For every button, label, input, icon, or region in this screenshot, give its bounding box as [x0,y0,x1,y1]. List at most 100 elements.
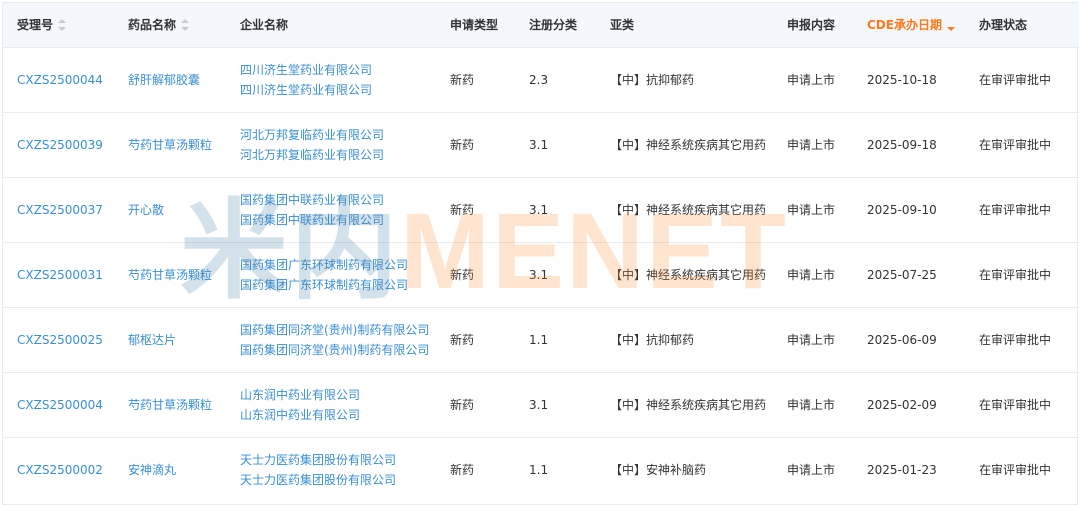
drug-name-link-text[interactable]: 芍药甘草汤颗粒 [128,398,212,412]
registration-class: 1.1 [515,307,596,372]
registration-class: 3.1 [515,177,596,242]
acceptance-no-link[interactable]: CXZS2500037 [3,177,114,242]
drug-name-link[interactable]: 芍药甘草汤颗粒 [114,112,226,177]
company-link[interactable]: 河北万邦复临药业有限公司 [240,125,436,145]
drug-name-link[interactable]: 安神滴丸 [114,437,226,502]
application-content-text: 申请上市 [787,73,836,87]
acceptance-no-link[interactable]: CXZS2500004 [3,372,114,437]
status: 在审评审批中 [965,307,1079,372]
column-header-registration-class: 注册分类 [515,3,596,47]
status-text: 在审评审批中 [979,268,1052,282]
drug-name-link-text[interactable]: 芍药甘草汤颗粒 [128,138,212,152]
subclass: 【中】抗抑郁药 [596,47,773,112]
application-type-text: 新药 [450,398,475,412]
column-header-acceptance-no[interactable]: 受理号 [3,3,114,47]
acceptance-no-link-text[interactable]: CXZS2500037 [17,203,103,217]
acceptance-no-link-text[interactable]: CXZS2500039 [17,138,103,152]
drug-name-link[interactable]: 芍药甘草汤颗粒 [114,242,226,307]
subclass-text: 【中】神经系统疾病其它用药 [610,268,767,282]
drug-registration-table: 受理号 药品名称 企业名称 申请类型 注册分类 亚类 申报内容 CDE承办日期 办理状态 CXZ… [3,3,1079,502]
company-link[interactable]: 天士力医药集团股份有限公司 [240,470,436,490]
cde-date: 2025-09-10 [853,177,965,242]
subclass-text: 【中】神经系统疾病其它用药 [610,203,767,217]
company-cell: 四川济生堂药业有限公司 四川济生堂药业有限公司 [226,47,436,112]
company-link[interactable]: 国药集团广东环球制药有限公司 [240,275,436,295]
acceptance-no-link-text[interactable]: CXZS2500002 [17,463,103,477]
drug-name-link-text[interactable]: 郁枢达片 [128,333,176,347]
drug-name-link-text[interactable]: 芍药甘草汤颗粒 [128,268,212,282]
drug-name-link[interactable]: 舒肝解郁胶囊 [114,47,226,112]
cde-date-text: 2025-06-09 [867,332,937,347]
status-text: 在审评审批中 [979,398,1052,412]
company-cell: 山东润中药业有限公司 山东润中药业有限公司 [226,372,436,437]
acceptance-no-link[interactable]: CXZS2500044 [3,47,114,112]
subclass: 【中】神经系统疾病其它用药 [596,242,773,307]
cde-date-text: 2025-01-23 [867,462,937,477]
drug-name-link-text[interactable]: 舒肝解郁胶囊 [128,73,200,87]
drug-name-link[interactable]: 芍药甘草汤颗粒 [114,372,226,437]
sort-desc-icon[interactable] [946,19,955,32]
registration-class-text: 3.1 [529,267,549,282]
application-type-text: 新药 [450,268,475,282]
column-header-drug-name[interactable]: 药品名称 [114,3,226,47]
column-header-label: 办理状态 [979,18,1028,33]
company-link[interactable]: 国药集团中联药业有限公司 [240,190,436,210]
acceptance-no-link-text[interactable]: CXZS2500031 [17,268,103,282]
acceptance-no-link[interactable]: CXZS2500031 [3,242,114,307]
company-link[interactable]: 国药集团同济堂(贵州)制药有限公司 [240,340,436,360]
company-link[interactable]: 山东润中药业有限公司 [240,405,436,425]
subclass-text: 【中】神经系统疾病其它用药 [610,398,767,412]
registration-class: 2.3 [515,47,596,112]
acceptance-no-link[interactable]: CXZS2500002 [3,437,114,502]
cde-date-text: 2025-10-18 [867,72,937,87]
company-link[interactable]: 国药集团同济堂(贵州)制药有限公司 [240,320,436,340]
company-link[interactable]: 四川济生堂药业有限公司 [240,80,436,100]
acceptance-no-link-text[interactable]: CXZS2500025 [17,333,103,347]
drug-name-link-text[interactable]: 安神滴丸 [128,463,176,477]
column-header-label: 受理号 [17,18,54,33]
application-content-text: 申请上市 [787,463,836,478]
company-cell: 国药集团中联药业有限公司 国药集团中联药业有限公司 [226,177,436,242]
table-row: CXZS2500031 芍药甘草汤颗粒 国药集团广东环球制药有限公司 国药集团广东环球… [3,242,1079,307]
acceptance-no-link-text[interactable]: CXZS2500004 [17,398,103,412]
drug-name-link[interactable]: 开心散 [114,177,226,242]
company-cell: 国药集团同济堂(贵州)制药有限公司 国药集团同济堂(贵州)制药有限公司 [226,307,436,372]
status: 在审评审批中 [965,372,1079,437]
status: 在审评审批中 [965,112,1079,177]
cde-date-text: 2025-09-18 [867,137,937,152]
sort-icon[interactable] [181,19,190,32]
company-link[interactable]: 国药集团中联药业有限公司 [240,210,436,230]
application-type: 新药 [436,242,515,307]
cde-date-text: 2025-07-25 [867,267,937,282]
column-header-label: 企业名称 [240,18,289,33]
company-link[interactable]: 河北万邦复临药业有限公司 [240,145,436,165]
application-type-text: 新药 [450,73,475,87]
table-row: CXZS2500002 安神滴丸 天士力医药集团股份有限公司 天士力医药集团股份有限公… [3,437,1079,502]
column-header-cde-date[interactable]: CDE承办日期 [853,3,965,47]
drug-name-link-text[interactable]: 开心散 [128,203,164,217]
company-cell: 河北万邦复临药业有限公司 河北万邦复临药业有限公司 [226,112,436,177]
acceptance-no-link-text[interactable]: CXZS2500044 [17,73,103,87]
column-header-label: CDE承办日期 [867,18,942,33]
sort-icon[interactable] [58,19,67,32]
status-text: 在审评审批中 [979,203,1052,217]
subclass: 【中】安神补脑药 [596,437,773,502]
application-content: 申请上市 [773,242,853,307]
registration-class-text: 3.1 [529,397,549,412]
application-content: 申请上市 [773,112,853,177]
application-type-text: 新药 [450,463,475,478]
application-content-text: 申请上市 [787,398,836,412]
application-type: 新药 [436,112,515,177]
acceptance-no-link[interactable]: CXZS2500025 [3,307,114,372]
company-link[interactable]: 山东润中药业有限公司 [240,385,436,405]
application-content: 申请上市 [773,437,853,502]
status-text: 在审评审批中 [979,333,1052,347]
registration-class-text: 1.1 [529,332,549,347]
company-link[interactable]: 四川济生堂药业有限公司 [240,60,436,80]
acceptance-no-link[interactable]: CXZS2500039 [3,112,114,177]
application-type-text: 新药 [450,203,475,217]
drug-name-link[interactable]: 郁枢达片 [114,307,226,372]
company-link[interactable]: 天士力医药集团股份有限公司 [240,450,436,470]
company-link[interactable]: 国药集团广东环球制药有限公司 [240,255,436,275]
cde-date: 2025-10-18 [853,47,965,112]
